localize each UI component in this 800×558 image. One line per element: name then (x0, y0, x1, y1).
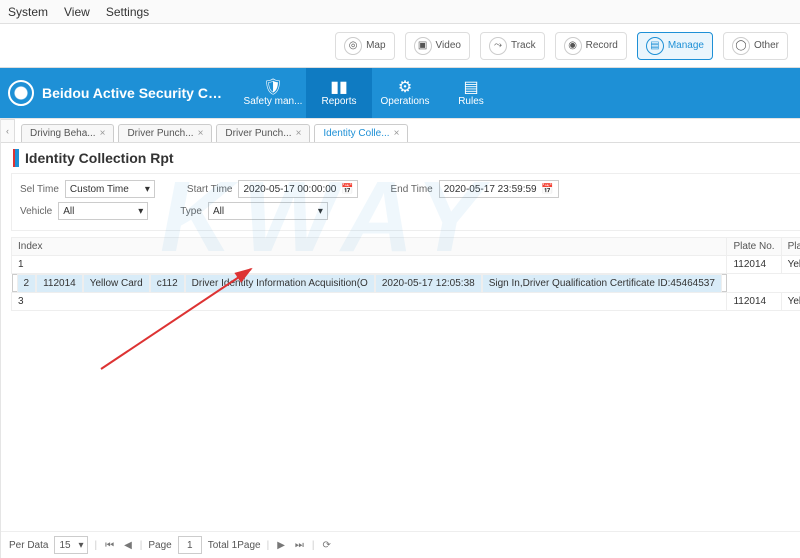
cell-content: Sign In,Driver Qualification Certificate… (482, 274, 722, 293)
cell-company: c112 (150, 274, 185, 293)
close-icon[interactable]: × (198, 128, 204, 139)
pager-page-label: Page (148, 540, 171, 551)
topnav-label: Video (436, 40, 461, 51)
endtime-label: End Time (390, 184, 432, 195)
seltime-select[interactable]: Custom Time▾ (65, 180, 155, 198)
cell-time: 2020-05-17 12:05:38 (375, 274, 482, 293)
module-label: Rules (458, 96, 484, 107)
topnav-label: Manage (668, 40, 704, 51)
cell-color: Yellow Card (83, 274, 150, 293)
cell-plate: 112014 (727, 293, 781, 311)
app-title: Beidou Active Security Cloud Pla (42, 85, 222, 101)
menu-bar: System View Settings (0, 0, 800, 24)
cell-color: Yellow Card (781, 293, 800, 311)
page-header: Identity Collection Rpt (1, 143, 800, 173)
module-label: Reports (321, 96, 356, 107)
topnav-manage[interactable]: ▤ Manage (637, 32, 713, 60)
module-icon: ⚙ (398, 80, 412, 96)
topnav-map[interactable]: ◎ Map (335, 32, 394, 60)
module-rules[interactable]: ▤Rules (438, 68, 504, 118)
tab-label: Driver Punch... (225, 128, 291, 139)
close-icon[interactable]: × (296, 128, 302, 139)
module-label: Safety man... (244, 96, 303, 107)
module-label: Operations (381, 96, 430, 107)
pager-refresh[interactable]: ⟳ (321, 540, 333, 551)
vehicle-label: Vehicle (20, 206, 52, 217)
content-area: ‹ Driving Beha...×Driver Punch...×Driver… (1, 119, 800, 558)
type-select[interactable]: All▾ (208, 202, 328, 220)
pager-page-input[interactable]: 1 (178, 536, 202, 554)
table-row[interactable]: 3112014Yellow Cardc112Driver Identity In… (12, 293, 800, 311)
starttime-label: Start Time (187, 184, 233, 195)
video-icon: ▣ (414, 37, 432, 55)
pager-first[interactable]: ⏮ (103, 540, 116, 551)
record-icon: ◉ (564, 37, 582, 55)
module-reports[interactable]: ▮▮Reports (306, 68, 372, 118)
module-icon: ▤ (463, 80, 478, 96)
pager-total-label: Total 1Page (208, 540, 261, 551)
column-header[interactable]: Plate Color (781, 238, 800, 256)
cell-index: 1 (12, 256, 727, 274)
close-icon[interactable]: × (100, 128, 106, 139)
pager-last[interactable]: ⏭ (293, 540, 306, 551)
pager-next[interactable]: ▶ (275, 540, 287, 551)
topnav-label: Track (511, 40, 536, 51)
topnav-label: Map (366, 40, 385, 51)
starttime-input[interactable]: 2020-05-17 00:00:00📅 (238, 180, 358, 198)
module-icon: 🛡 (263, 80, 283, 96)
app-logo: ◉ (8, 80, 34, 106)
menu-view[interactable]: View (64, 5, 90, 19)
track-icon: ⤳ (489, 37, 507, 55)
table-wrap: IndexPlate No.Plate ColorCompanyTypeTime… (11, 237, 800, 311)
top-nav: ◎ Map ▣ Video ⤳ Track ◉ Record ▤ Manage ◯ Other (0, 24, 800, 68)
topnav-other[interactable]: ◯ Other (723, 32, 788, 60)
tab[interactable]: Driver Punch... × (118, 124, 212, 142)
seltime-label: Sel Time (20, 184, 59, 195)
tab[interactable]: Driver Punch... × (216, 124, 310, 142)
column-header[interactable]: Index (12, 238, 727, 256)
tab[interactable]: Identity Colle... × (314, 124, 408, 142)
module-operations[interactable]: ⚙Operations (372, 68, 438, 118)
table-row[interactable]: 1112014Yellow Cardc112Driver Identity In… (12, 256, 800, 274)
topnav-label: Record (586, 40, 618, 51)
pager-prev[interactable]: ◀ (122, 540, 134, 551)
tab-bar: Driving Beha...×Driver Punch...×Driver P… (1, 119, 800, 143)
data-table: IndexPlate No.Plate ColorCompanyTypeTime… (11, 237, 800, 311)
tab-label: Identity Colle... (323, 128, 389, 139)
topnav-label: Other (754, 40, 779, 51)
tab-label: Driving Beha... (30, 128, 96, 139)
other-icon: ◯ (732, 37, 750, 55)
topnav-track[interactable]: ⤳ Track (480, 32, 545, 60)
table-row[interactable]: 2112014Yellow Cardc112Driver Identity In… (12, 274, 727, 292)
page-header-bar (13, 149, 19, 167)
sidebar-collapse[interactable]: ‹ (1, 119, 15, 143)
type-label: Type (180, 206, 202, 217)
page-title: Identity Collection Rpt (25, 150, 174, 166)
topnav-video[interactable]: ▣ Video (405, 32, 470, 60)
cell-index: 3 (12, 293, 727, 311)
map-icon: ◎ (344, 37, 362, 55)
endtime-input[interactable]: 2020-05-17 23:59:59📅 (439, 180, 559, 198)
pager-per-select[interactable]: 15▾ (54, 536, 88, 554)
close-icon[interactable]: × (394, 128, 400, 139)
topnav-record[interactable]: ◉ Record (555, 32, 627, 60)
pager: Per Data 15▾ | ⏮ ◀ | Page 1 Total 1Page … (1, 531, 800, 558)
manage-icon: ▤ (646, 37, 664, 55)
menu-system[interactable]: System (8, 5, 48, 19)
cell-index: 2 (17, 274, 37, 293)
column-header[interactable]: Plate No. (727, 238, 781, 256)
pager-per-label: Per Data (9, 540, 48, 551)
module-icon: ▮▮ (330, 80, 348, 96)
tab[interactable]: Driving Beha... × (21, 124, 114, 142)
cell-plate: 112014 (36, 274, 83, 293)
filter-panel: Sel Time Custom Time▾ Start Time 2020-05… (11, 173, 800, 231)
vehicle-select[interactable]: All▾ (58, 202, 148, 220)
sub-header: ◉ Beidou Active Security Cloud Pla 🛡Safe… (0, 68, 800, 118)
cell-type: Driver Identity Information Acquisition(… (185, 274, 375, 293)
menu-settings[interactable]: Settings (106, 5, 149, 19)
tab-label: Driver Punch... (127, 128, 193, 139)
cell-color: Yellow Card (781, 256, 800, 274)
cell-plate: 112014 (727, 256, 781, 274)
module-safetyman[interactable]: 🛡Safety man... (240, 68, 306, 118)
